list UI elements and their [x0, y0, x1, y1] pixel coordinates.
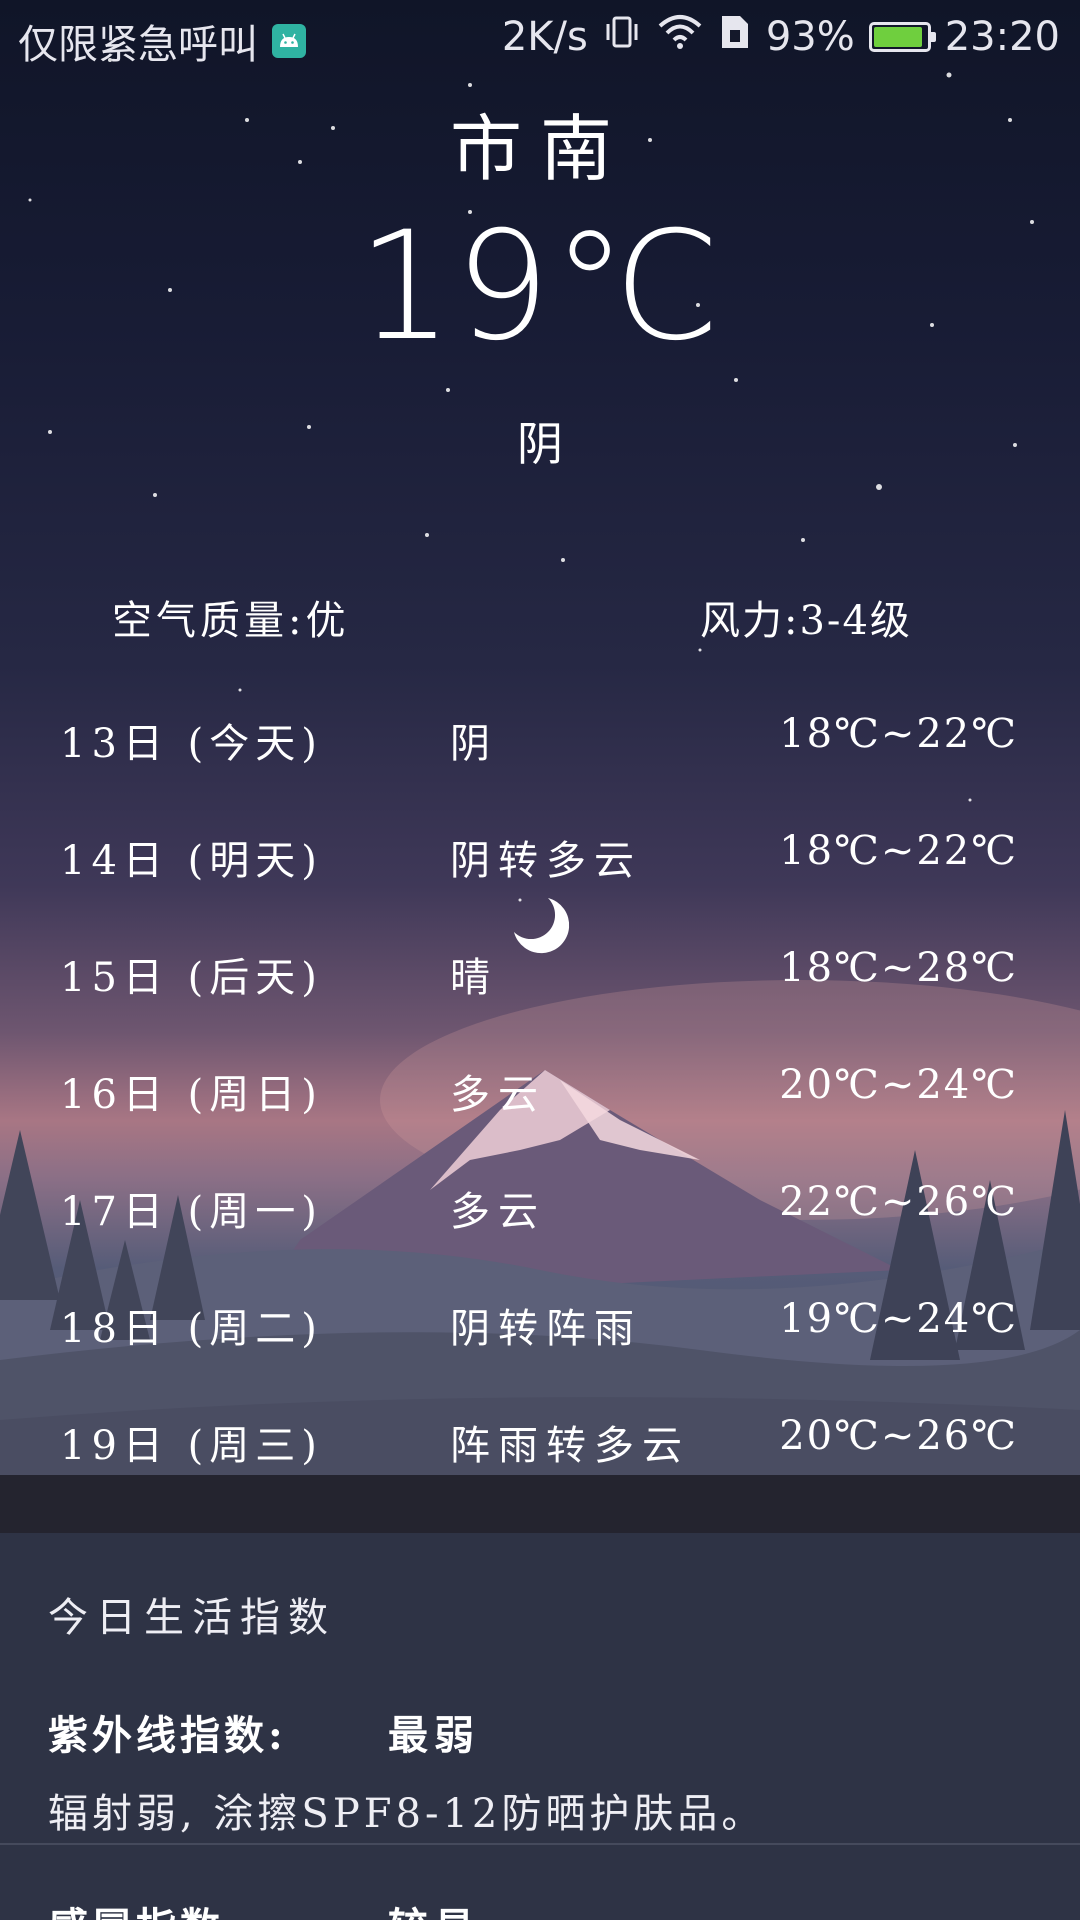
forecast-range: 19℃~24℃	[779, 1296, 1018, 1342]
forecast-range: 18℃~22℃	[779, 828, 1018, 874]
sim-icon	[718, 12, 752, 62]
forecast-condition: 阴	[450, 721, 498, 767]
uv-index-description: 辐射弱, 涂擦SPF8-12防晒护肤品。	[48, 1791, 766, 1837]
forecast-row: 16日 (周日) 多云 20℃~24℃	[0, 1048, 1080, 1165]
forecast-day: 16日 (周日)	[60, 1072, 323, 1118]
forecast-condition: 晴	[450, 955, 498, 1001]
current-condition: 阴	[517, 417, 563, 471]
android-icon	[272, 24, 306, 58]
uv-index-label: 紫外线指数:	[48, 1712, 287, 1759]
forecast-condition: 阴转多云	[450, 838, 642, 884]
forecast-range: 18℃~22℃	[779, 711, 1018, 757]
status-bar: 仅限紧急呼叫 2K/s 93% 23:20	[0, 0, 1080, 76]
life-index-title: 今日生活指数	[48, 1595, 336, 1641]
cold-index-label: 感冒指数:	[48, 1895, 243, 1920]
forecast-row: 15日 (后天) 晴 18℃~28℃	[0, 931, 1080, 1048]
section-divider	[0, 1475, 1080, 1533]
clock: 23:20	[944, 14, 1060, 60]
forecast-condition: 多云	[450, 1072, 546, 1118]
battery-icon	[868, 22, 936, 52]
status-bar-left: 仅限紧急呼叫	[18, 12, 306, 70]
forecast-range: 20℃~26℃	[779, 1413, 1018, 1459]
carrier-text: 仅限紧急呼叫	[18, 22, 258, 68]
forecast-list: 13日 (今天) 阴 18℃~22℃ 14日 (明天) 阴转多云 18℃~22℃…	[0, 697, 1080, 1516]
forecast-condition: 阴转阵雨	[450, 1306, 642, 1352]
cold-index-value: 较易	[388, 1895, 480, 1920]
battery-percent: 93%	[765, 14, 855, 60]
forecast-row: 13日 (今天) 阴 18℃~22℃	[0, 697, 1080, 814]
current-temperature: 19℃	[357, 200, 723, 374]
forecast-row: 14日 (明天) 阴转多云 18℃~22℃	[0, 814, 1080, 931]
net-speed: 2K/s	[501, 14, 588, 60]
weather-screen: 仅限紧急呼叫 2K/s 93% 23:20 市南 19℃ 阴 空气质量:优 风力…	[0, 0, 1080, 1920]
forecast-condition: 多云	[450, 1189, 546, 1235]
forecast-row: 18日 (周二) 阴转阵雨 19℃~24℃	[0, 1282, 1080, 1399]
forecast-day: 18日 (周二)	[60, 1306, 323, 1352]
forecast-row: 17日 (周一) 多云 22℃~26℃	[0, 1165, 1080, 1282]
forecast-day: 15日 (后天)	[60, 955, 323, 1001]
forecast-day: 13日 (今天)	[60, 721, 323, 767]
forecast-range: 20℃~24℃	[779, 1062, 1018, 1108]
wifi-icon	[656, 12, 704, 62]
uv-index-value: 最弱	[388, 1712, 480, 1759]
vibrate-icon	[602, 12, 642, 62]
city-name: 市南	[449, 107, 630, 191]
wind-level: 风力:3-4级	[700, 598, 912, 644]
status-bar-right: 2K/s 93% 23:20	[502, 12, 1060, 62]
life-index-panel[interactable]: 今日生活指数 紫外线指数: 最弱 辐射弱, 涂擦SPF8-12防晒护肤品。 感冒…	[0, 1533, 1080, 1920]
life-index-divider	[0, 1843, 1080, 1845]
forecast-condition: 阵雨转多云	[450, 1423, 690, 1469]
forecast-day: 14日 (明天)	[60, 838, 323, 884]
forecast-day: 17日 (周一)	[60, 1189, 323, 1235]
air-quality: 空气质量:优	[112, 598, 350, 644]
forecast-range: 22℃~26℃	[779, 1179, 1018, 1225]
forecast-range: 18℃~28℃	[779, 945, 1018, 991]
forecast-day: 19日 (周三)	[60, 1423, 323, 1469]
battery-fill	[873, 27, 922, 47]
